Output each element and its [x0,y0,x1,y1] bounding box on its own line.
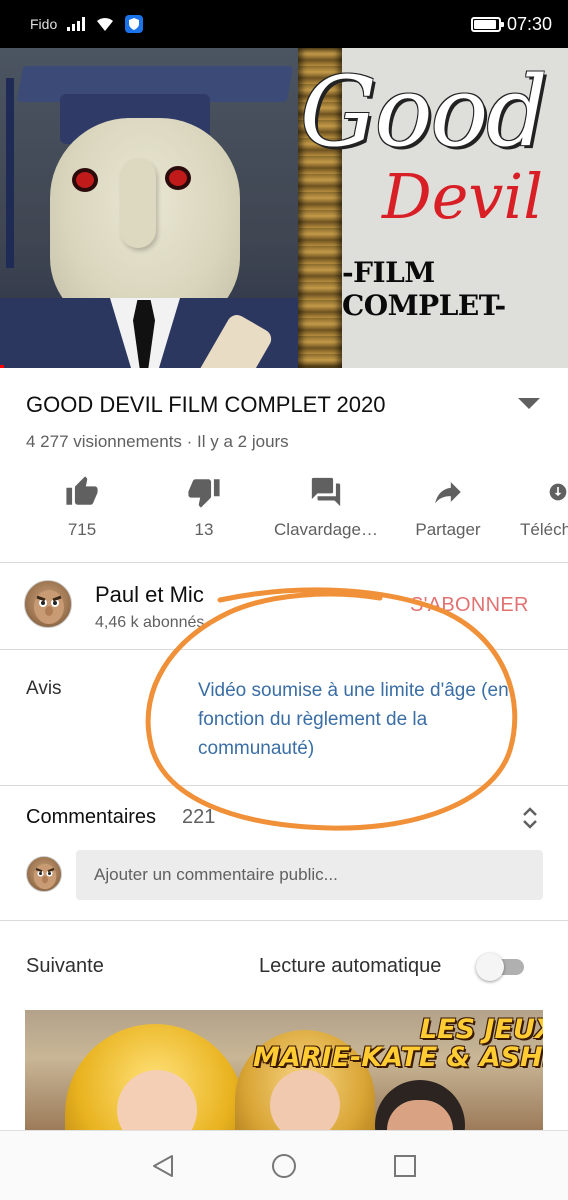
thumbnail-title-devil: Devil [382,160,544,233]
subscribe-button[interactable]: S'ABONNER [410,594,529,617]
thumbs-up-icon [22,470,142,514]
chat-button[interactable]: Clavardage… [266,470,386,540]
download-label: Téléch [520,520,568,539]
channel-avatar[interactable] [24,580,72,628]
autoplay-toggle[interactable] [476,953,526,981]
share-button[interactable]: Partager [388,470,508,540]
progress-bar[interactable] [0,365,4,368]
download-icon [504,470,568,514]
dislike-button[interactable]: 13 [144,470,264,540]
action-bar: 715 13 Clavardage… Partager Téléch [0,470,568,554]
carrier-name: Fido [30,16,58,32]
share-icon [388,470,508,514]
video-meta: 4 277 visionnements · Il y a 2 jours [26,432,289,451]
up-next-label: Suivante [26,955,104,977]
battery-icon [470,16,504,32]
thumbnail-title-good: Good [300,56,548,168]
video-player[interactable]: Good Devil -FILM COMPLET- [0,48,568,368]
next-thumb-title-line2: MARIE-KATE & ASHLEY [253,1042,543,1073]
wifi-icon [95,16,115,32]
thumbnail-title-film: -FILM COMPLET- [342,256,506,322]
recents-icon[interactable] [392,1153,418,1184]
comment-input[interactable] [76,850,543,900]
expand-comments-icon[interactable] [518,804,542,837]
divider [0,785,568,786]
thumbs-down-icon [144,470,264,514]
user-avatar [26,856,62,892]
clock: 07:30 [506,13,552,34]
age-restriction-link[interactable]: Vidéo soumise à une limite d'âge (en fon… [198,676,518,763]
divider [0,562,568,563]
next-video-thumbnail[interactable]: LES JEUX MARIE-KATE & ASHLEY [25,1010,543,1130]
divider [0,920,568,921]
like-button[interactable]: 715 [22,470,142,540]
share-label: Partager [415,520,481,539]
divider [0,649,568,650]
puppet-image [0,48,300,368]
signal-icon [67,17,86,31]
back-icon[interactable] [150,1153,176,1184]
subscriber-count: 4,46 k abonnés [95,614,205,631]
notice-label: Avis [26,678,62,699]
navigation-bar [0,1130,568,1200]
expand-description-icon[interactable] [518,398,540,409]
download-button[interactable]: Téléch [504,470,568,540]
chat-icon [266,470,386,514]
autoplay-label: Lecture automatique [259,955,442,977]
comments-label: Commentaires [26,806,157,828]
like-count: 715 [67,520,97,539]
comments-count: 221 [182,806,216,828]
channel-name[interactable]: Paul et Mic [95,582,204,608]
chat-label: Clavardage… [274,520,378,539]
video-title: GOOD DEVIL FILM COMPLET 2020 [26,392,386,417]
dislike-count: 13 [194,520,214,539]
home-icon[interactable] [271,1153,297,1184]
next-thumb-title-line1: LES JEUX [420,1014,543,1045]
status-bar: Fido 07:30 [0,0,568,48]
shield-icon [125,15,144,33]
